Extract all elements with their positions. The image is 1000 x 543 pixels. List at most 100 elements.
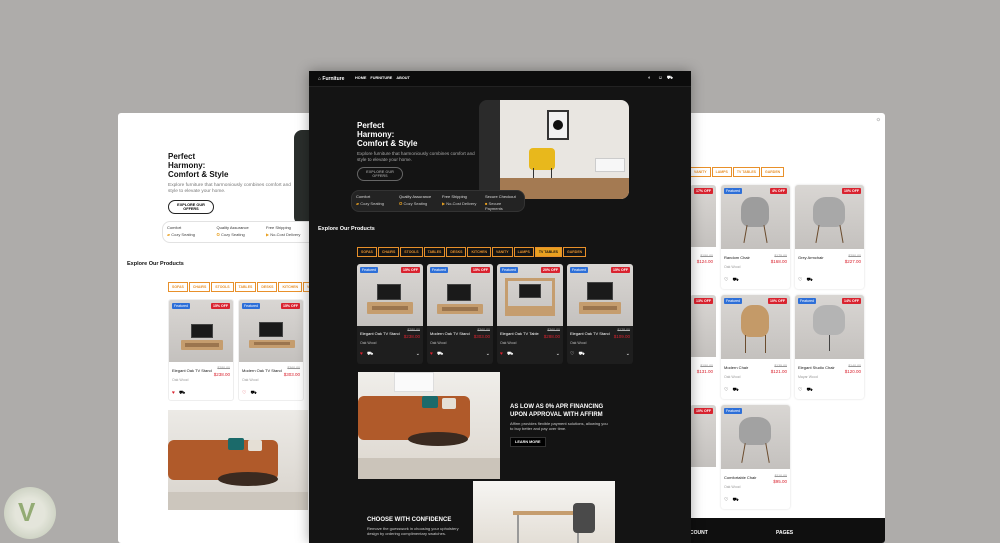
brand-logo[interactable]: ⌂ Furniture [318, 76, 344, 82]
product-name[interactable]: Comfortable Chair [724, 475, 756, 480]
heart-icon[interactable]: ♡ [242, 390, 246, 397]
product-card[interactable]: Featured 20% OFF Elegant Oak TV Table $3… [497, 264, 563, 364]
tab-lamps[interactable]: LAMPS [513, 247, 534, 257]
chevron-down-icon[interactable]: ⌄ [486, 351, 490, 358]
product-card[interactable]: Featured 15% OFF Elegant Oak TV Stand $2… [168, 299, 234, 401]
nav-furniture[interactable]: FURNITURE [370, 76, 392, 80]
featured-badge: Featured [724, 408, 743, 414]
cart-icon[interactable]: ⛟ [507, 351, 513, 358]
tab-chairs[interactable]: CHAIRS [377, 247, 400, 257]
tab-tables[interactable]: TABLES [423, 247, 446, 257]
product-card[interactable]: Featured 14% OFF Elegant Studio Chair $1… [795, 295, 864, 399]
tab-vanity[interactable]: VANITY [492, 247, 513, 257]
footer-col-count: COUNT [690, 530, 708, 536]
tab-lamps[interactable]: LAMPS [711, 167, 732, 177]
product-name[interactable]: Elegant Oak TV Table [500, 331, 539, 336]
heart-icon[interactable]: ♡ [798, 387, 802, 394]
cart-icon[interactable]: ⛟ [367, 351, 373, 358]
watermark-logo: V [4, 487, 56, 539]
heart-icon[interactable]: ♡ [724, 497, 728, 504]
tab-tv-tables[interactable]: TV TABLES [732, 167, 761, 177]
tab-kitchen[interactable]: KITCHEN [278, 282, 302, 292]
discount-badge: 17% OFF [694, 188, 713, 194]
nav-about[interactable]: ABOUT [396, 76, 410, 80]
product-brand: Oak Wood [724, 485, 741, 489]
tab-garden[interactable]: GARDEN [563, 247, 587, 257]
heart-icon[interactable]: ♡ [724, 277, 728, 284]
tab-garden[interactable]: GARDEN [761, 167, 785, 177]
tab-chairs[interactable]: CHAIRS [188, 282, 211, 292]
heart-icon[interactable]: ♡ [724, 387, 728, 394]
cart-icon[interactable]: ⛟ [578, 351, 584, 358]
cart-icon[interactable]: ⛟ [437, 351, 443, 358]
cart-icon[interactable]: ⛟ [250, 390, 256, 397]
product-card[interactable]: 10% OFF Grey Armchair $250.00 $227.00 ♡ ⛟ [795, 185, 864, 289]
heart-icon[interactable]: ♡ [798, 277, 802, 284]
product-card[interactable]: Featured Comfortable Chair $110.00 $95.0… [721, 405, 790, 509]
theme-toggle-icon[interactable]: ◐ [648, 75, 651, 81]
product-name[interactable]: Random Chair [724, 255, 750, 260]
chevron-down-icon[interactable]: ⌄ [626, 351, 630, 358]
old-price: $175.00 [774, 254, 787, 258]
explore-offers-button[interactable]: EXPLORE OUR OFFERS [168, 200, 214, 214]
product-card-partial[interactable]: 10% OFF [690, 405, 716, 509]
product-name[interactable]: Grey Armchair [798, 255, 824, 260]
chevron-down-icon[interactable]: ⌄ [556, 351, 560, 358]
product-image [357, 264, 423, 326]
product-card[interactable]: Featured 15% OFF Elegant Oak TV Stand $2… [357, 264, 423, 364]
cart-icon[interactable]: ⛟ [732, 387, 738, 394]
product-name[interactable]: Modern Chair [724, 365, 748, 370]
product-name[interactable]: Elegant Oak TV Stand [360, 331, 400, 336]
sale-price: $168.00 [770, 259, 787, 264]
tab-desks[interactable]: DESKS [446, 247, 467, 257]
product-name[interactable]: Elegant Studio Chair [798, 365, 835, 370]
heart-icon[interactable]: ♥ [430, 351, 433, 358]
sofa-icon: ▰ [167, 232, 171, 237]
tab-stools[interactable]: STOOLS [400, 247, 423, 257]
heart-icon[interactable]: ♡ [570, 351, 574, 358]
tab-sofas[interactable]: SOFAS [168, 282, 188, 292]
tab-kitchen[interactable]: KITCHEN [467, 247, 491, 257]
learn-more-button[interactable]: LEARN MORE [510, 437, 546, 447]
cart-icon[interactable]: ⛟ [806, 387, 812, 394]
product-card[interactable]: Featured 15% OFF Elegant Oak TV Stand $1… [567, 264, 633, 364]
tab-stools[interactable]: STOOLS [211, 282, 234, 292]
heart-icon[interactable]: ♥ [172, 390, 175, 397]
explore-offers-button[interactable]: EXPLORE OUR OFFERS [357, 167, 403, 181]
product-image [427, 264, 493, 326]
tab-sofas[interactable]: SOFAS [357, 247, 377, 257]
tab-desks[interactable]: DESKS [257, 282, 278, 292]
product-name[interactable]: Modern Oak TV Stand [430, 331, 470, 336]
product-card-partial[interactable]: 17% OFF $150.00 $124.00 [690, 185, 716, 289]
heart-icon[interactable]: ♥ [360, 351, 363, 358]
product-name[interactable]: Elegant Oak TV Stand [172, 368, 212, 373]
feature-comfort: Comfort ▰ Cozy Seating [167, 225, 195, 237]
product-card[interactable]: Featured 10% OFF Modern Chair $135.00 $1… [721, 295, 790, 399]
cart-icon[interactable]: ⛟ [179, 390, 185, 397]
cart-icon[interactable]: ⛟ [732, 497, 738, 504]
product-card[interactable]: Featured 15% OFF Modern Oak TV Stand $36… [238, 299, 304, 401]
tab-tables[interactable]: TABLES [234, 282, 257, 292]
user-icon[interactable]: ☺ [658, 75, 663, 81]
cart-icon[interactable]: ⛟ [732, 277, 738, 284]
product-image [795, 295, 864, 359]
nav-home[interactable]: HOME [355, 76, 366, 80]
tab-tv-tables[interactable]: TV TABLES [534, 247, 563, 257]
cart-icon[interactable]: ⛟ [667, 75, 673, 82]
product-card[interactable]: Featured 4% OFF Random Chair $175.00 $16… [721, 185, 790, 289]
product-name[interactable]: Modern Oak TV Stand [242, 368, 282, 373]
product-card[interactable]: Featured 15% OFF Modern Oak TV Stand $36… [427, 264, 493, 364]
sofa-icon: ▰ [356, 201, 360, 206]
chevron-down-icon[interactable]: ⌄ [416, 351, 420, 358]
product-name[interactable]: Elegant Oak TV Stand [570, 331, 610, 336]
discount-badge: 10% OFF [842, 188, 861, 194]
sofa-promo-image [168, 410, 308, 510]
heart-icon[interactable]: ♥ [500, 351, 503, 358]
product-image [497, 264, 563, 326]
theme-toggle-icon[interactable]: ☼ [876, 117, 882, 123]
product-card-partial[interactable]: 13% OFF $150.00 $131.00 [690, 295, 716, 399]
product-image [239, 300, 303, 362]
cart-icon[interactable]: ⛟ [806, 277, 812, 284]
tab-vanity[interactable]: VANITY [690, 167, 711, 177]
feature-secure: Secure Checkout■ Secure Payments [485, 194, 516, 211]
